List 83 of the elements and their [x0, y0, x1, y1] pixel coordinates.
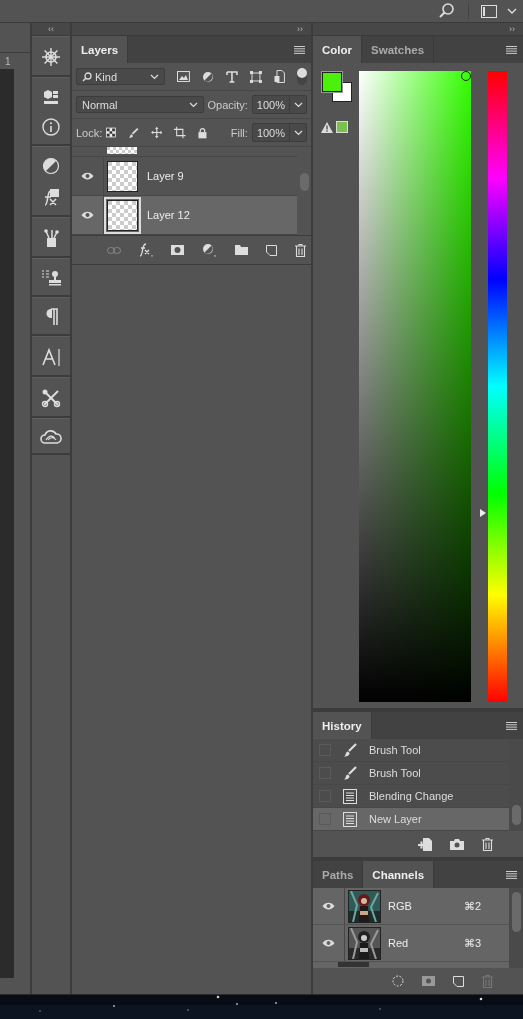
search-icon[interactable] [438, 2, 456, 20]
web-safe-swatch[interactable] [336, 121, 348, 133]
history-item[interactable]: Brush Tool [313, 762, 509, 785]
search-icon [82, 71, 92, 82]
layer-row[interactable]: Layer 12 [72, 196, 297, 235]
shape-filter-icon[interactable] [250, 70, 263, 83]
eye-icon[interactable] [81, 211, 94, 219]
tool-presets-icon[interactable] [41, 388, 61, 408]
padlock-icon[interactable] [197, 126, 207, 139]
layer-thumbnail [107, 160, 138, 192]
brush-icon [343, 766, 357, 780]
3d-icon[interactable] [42, 88, 60, 106]
brushes-icon[interactable] [42, 228, 60, 248]
caret-icon [150, 73, 160, 80]
cloud-icon[interactable] [40, 429, 62, 445]
opacity-label: Opacity: [207, 98, 248, 111]
panel-tab[interactable]: Color [313, 36, 363, 63]
mask-icon[interactable] [171, 245, 184, 255]
folder-icon[interactable] [235, 245, 248, 255]
opacity-field[interactable]: 100% [251, 95, 307, 114]
new-document-icon[interactable] [418, 837, 432, 851]
eye-icon[interactable] [322, 939, 335, 947]
layer-thumbnail [107, 199, 138, 231]
fill-field[interactable]: 100% [251, 123, 307, 142]
info-icon[interactable] [42, 118, 60, 136]
new-channel-icon[interactable] [453, 975, 464, 987]
menu-icon[interactable] [294, 45, 305, 54]
menu-icon[interactable] [506, 721, 517, 730]
panel-tab[interactable]: Swatches [362, 36, 435, 63]
stamp-icon[interactable] [41, 269, 61, 287]
collapse-button[interactable]: ›› [297, 23, 303, 35]
channel-row[interactable]: RGB ⌘2 [313, 888, 509, 925]
collapse-button[interactable]: ›› [509, 23, 515, 35]
caret-icon [293, 101, 303, 108]
layers-tab[interactable]: Layers [72, 36, 129, 63]
document-icon [343, 788, 357, 804]
color-field[interactable] [359, 71, 471, 702]
workspace-icon[interactable] [481, 4, 497, 18]
camera-icon[interactable] [450, 838, 464, 850]
eye-icon[interactable] [322, 902, 335, 910]
collapse-button[interactable]: ‹‹ [48, 23, 54, 35]
selection-icon[interactable] [392, 975, 404, 987]
image-filter-icon[interactable] [177, 71, 191, 82]
menu-icon[interactable] [506, 45, 517, 54]
warning-icon[interactable] [321, 121, 333, 133]
caret-icon [293, 129, 303, 136]
caret-icon[interactable] [507, 7, 517, 15]
history-item[interactable]: New Layer [313, 808, 509, 831]
artboard-icon[interactable] [174, 126, 186, 139]
mask-icon[interactable] [422, 976, 435, 986]
brush-icon[interactable] [128, 126, 139, 139]
color-swatches-drawing[interactable] [321, 71, 353, 103]
eye-icon[interactable] [81, 172, 94, 180]
move-icon[interactable] [150, 126, 163, 139]
menu-icon[interactable] [506, 870, 517, 879]
filter-dropdown[interactable]: Kind [76, 68, 166, 85]
character-icon[interactable] [41, 347, 61, 367]
caret-icon [188, 101, 198, 108]
scrollbar-thumb[interactable] [511, 805, 521, 825]
fill-label: Fill: [230, 126, 248, 139]
slider-thumb[interactable] [480, 508, 486, 517]
history-item[interactable]: Blending Change [313, 785, 509, 808]
lock-pixels-icon[interactable] [106, 127, 117, 138]
lock-label: Lock: [76, 126, 103, 139]
document-icon [343, 811, 357, 827]
type-filter-icon[interactable] [226, 70, 239, 83]
paragraph-icon[interactable] [44, 308, 58, 326]
smart-object-filter-icon[interactable] [274, 70, 286, 83]
adjustment-filter-icon[interactable] [202, 70, 215, 83]
ruler-label: 1 [5, 55, 11, 67]
adjustment-icon[interactable] [42, 157, 60, 175]
scrollbar-thumb[interactable] [511, 892, 521, 932]
history-item[interactable]: Brush Tool [313, 739, 509, 762]
panel-tab[interactable]: Channels [363, 861, 435, 888]
layer-thumbnail [107, 147, 137, 154]
filter-toggle[interactable] [297, 68, 307, 85]
brush-icon [343, 743, 357, 757]
history-tab[interactable]: History [313, 712, 372, 739]
helm-icon[interactable] [41, 47, 61, 67]
new-layer-icon[interactable] [266, 244, 277, 256]
blend-mode-dropdown[interactable]: Normal [76, 96, 204, 113]
hue-slider[interactable] [480, 71, 507, 702]
channel-row[interactable]: Red ⌘3 [313, 925, 509, 962]
